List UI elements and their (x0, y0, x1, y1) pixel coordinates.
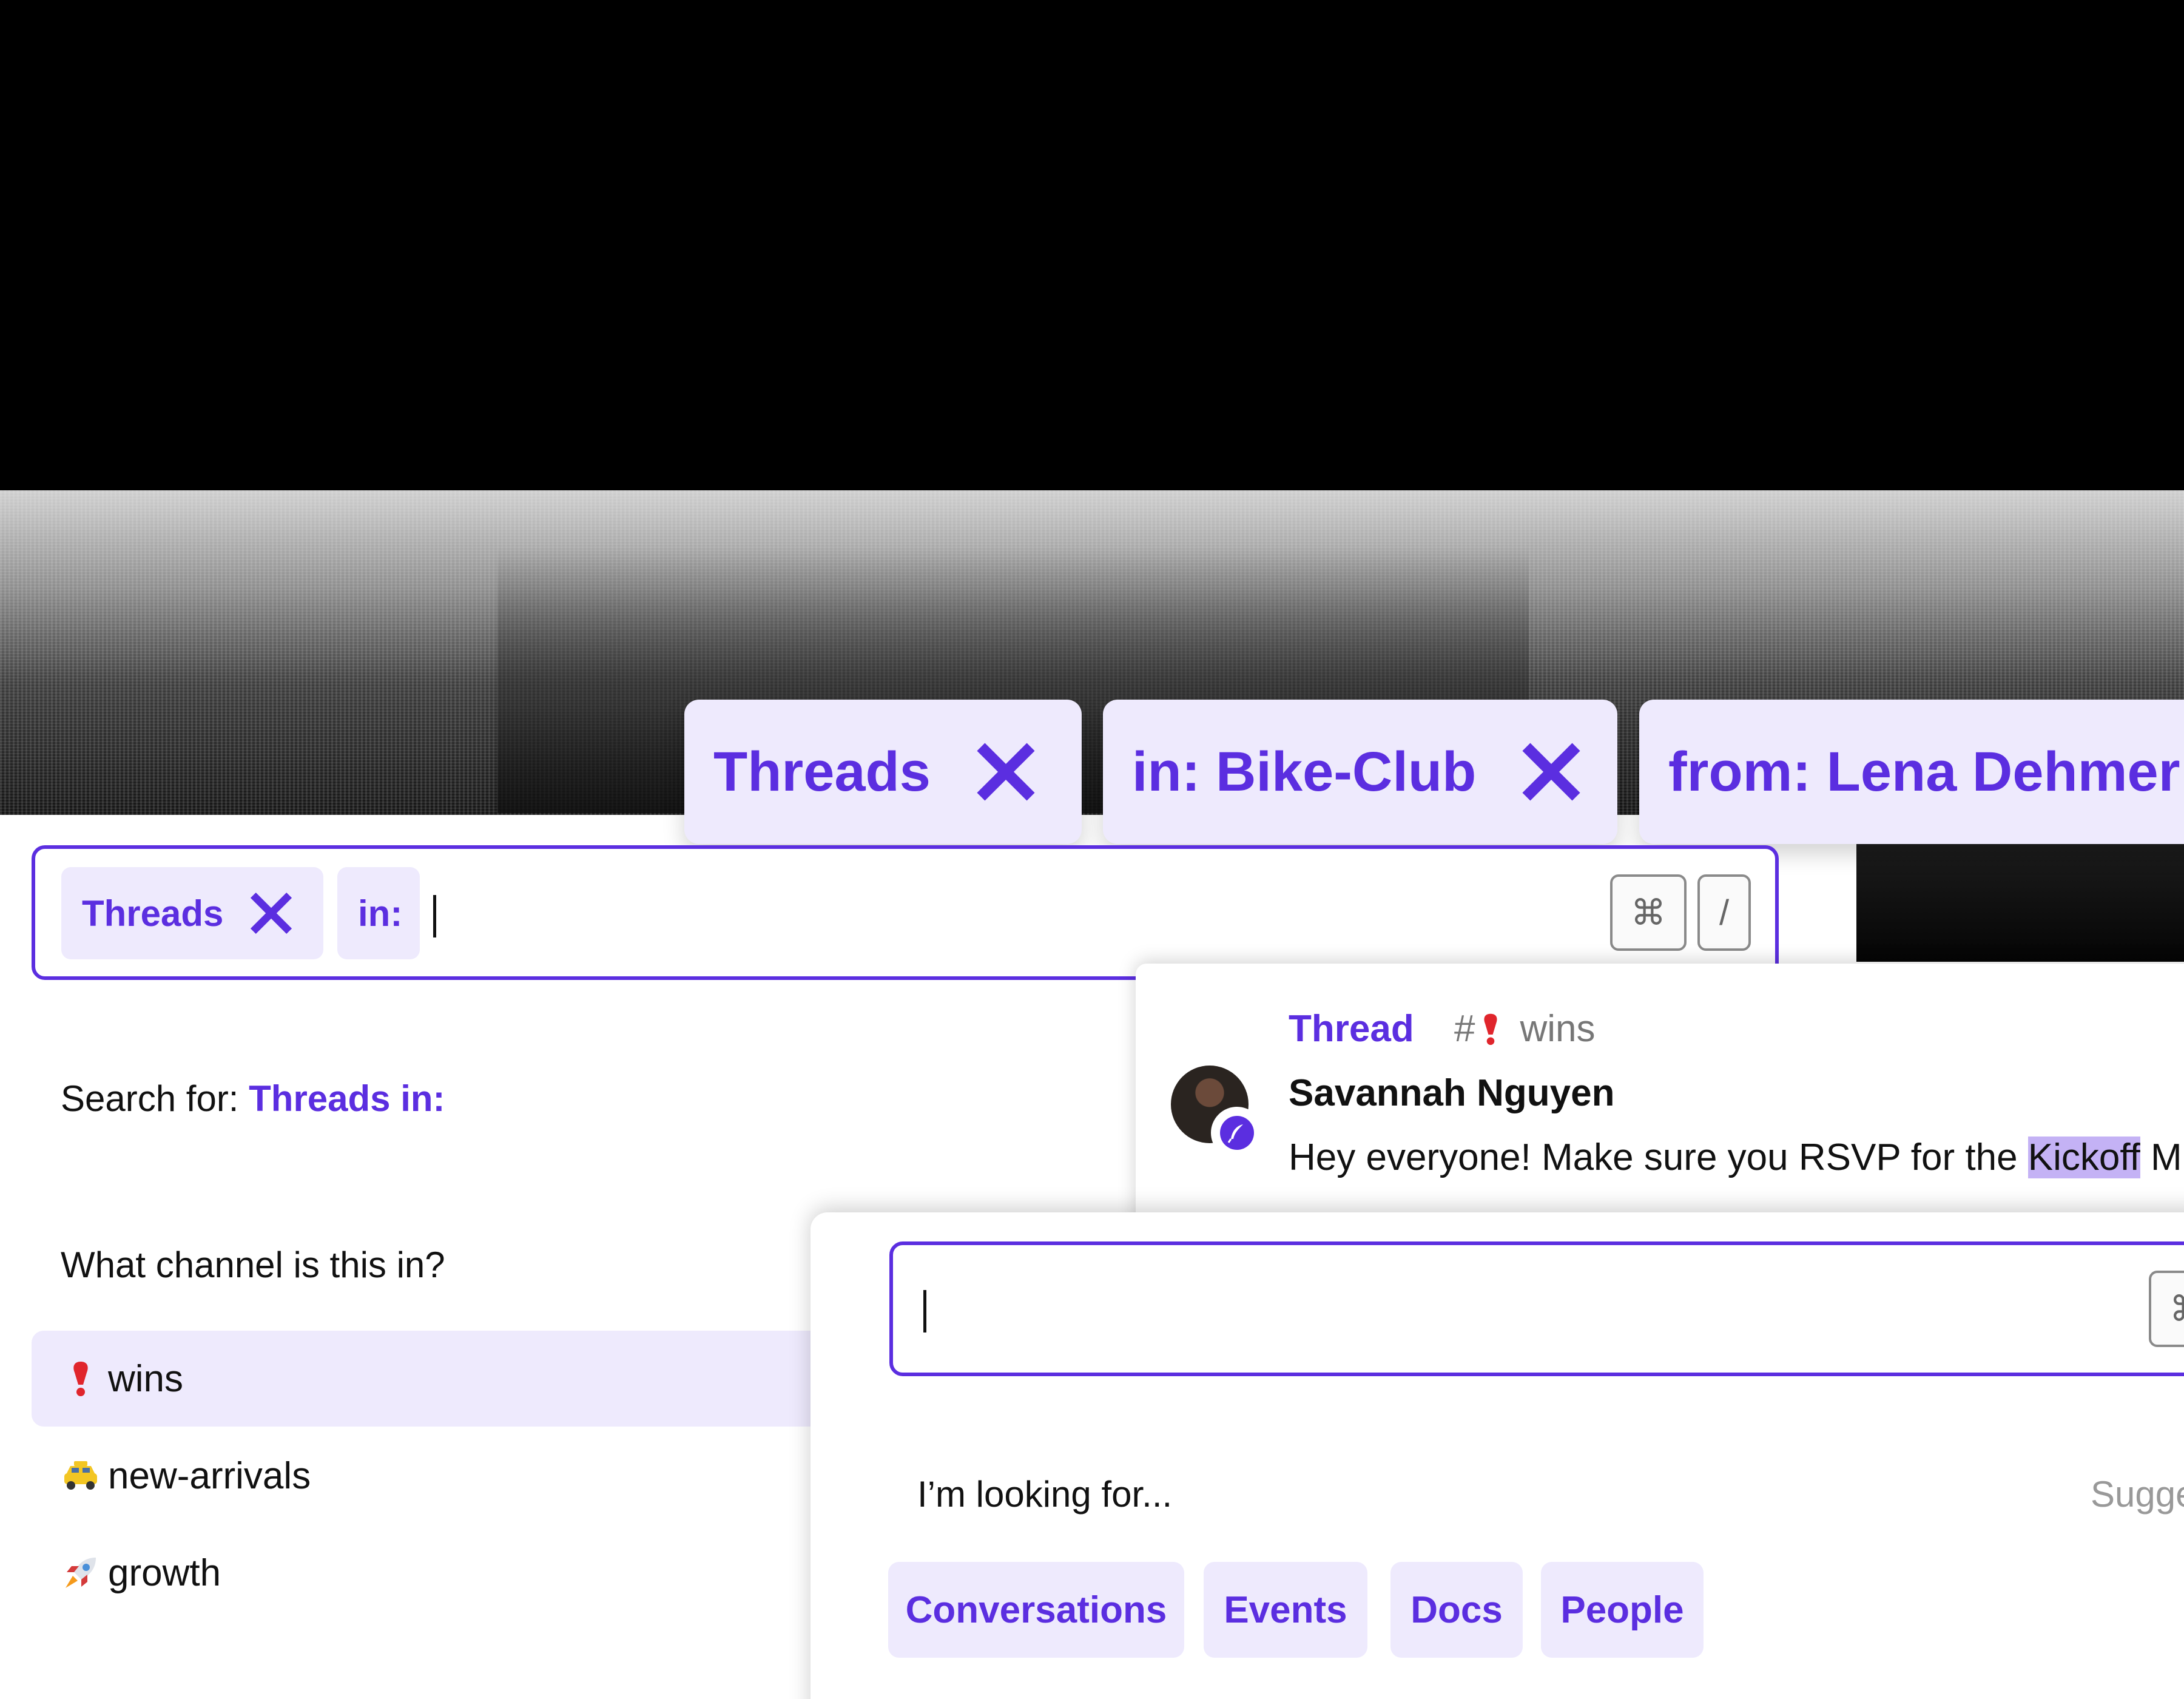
search-panel-secondary: ⌘ I’m looking for... Sugge Conversations… (811, 1212, 2184, 1699)
taxi-icon (61, 1456, 101, 1496)
right-dark-block (1856, 843, 2184, 962)
channel-name: growth (108, 1552, 221, 1594)
rocket-icon (61, 1553, 101, 1593)
text-cursor (433, 895, 436, 937)
search-chip-in[interactable]: in: (337, 867, 420, 959)
suggestions-label: Sugge (2091, 1474, 2184, 1515)
filter-chip-label: Threads (713, 740, 931, 803)
channel-item-growth[interactable]: growth (32, 1525, 881, 1621)
message-author: Savannah Nguyen (1289, 1072, 1615, 1114)
shortcut-key-label: ⌘ (1631, 893, 1666, 933)
filter-chip-threads-large[interactable]: Threads (684, 700, 1082, 844)
text-cursor (923, 1290, 926, 1333)
channel-name: wins (1520, 1008, 1596, 1050)
close-icon[interactable] (1518, 739, 1584, 805)
search-for-prefix: Search for: (61, 1078, 239, 1119)
close-icon[interactable] (973, 739, 1039, 805)
category-chip-conversations[interactable]: Conversations (888, 1562, 1184, 1658)
category-chip-docs[interactable]: Docs (1390, 1562, 1523, 1658)
message-text: Hey everyone! Make sure you RSVP for the (1289, 1137, 2028, 1178)
shortcut-key-label: ⌘ (2169, 1288, 2184, 1329)
search-chip-label: Threads (82, 893, 224, 934)
search-for-line: Search for: Threads in: (61, 1078, 445, 1120)
channel-name: wins (108, 1357, 184, 1400)
message-preview: Hey everyone! Make sure you RSVP for the… (1289, 1136, 2182, 1179)
category-chip-people[interactable]: People (1541, 1562, 1704, 1658)
filter-chip-from-large[interactable]: from: Lena Dehmer (1639, 700, 2184, 844)
result-type-label: Thread (1289, 1008, 1414, 1050)
search-chip-threads[interactable]: Threads (61, 867, 323, 959)
category-chip-events[interactable]: Events (1204, 1562, 1367, 1658)
message-text-tail: M (2140, 1137, 2182, 1178)
filter-chip-bike-club-large[interactable]: in: Bike-Club (1103, 700, 1617, 844)
channel-hash: # (1454, 1008, 1475, 1050)
search-bar[interactable]: Threads in: ⌘ / (32, 845, 1779, 980)
search-input[interactable]: ⌘ (889, 1241, 2184, 1376)
channel-item-new-arrivals[interactable]: new-arrivals (32, 1428, 881, 1524)
result-channel[interactable]: # wins (1454, 1007, 1596, 1050)
channel-name: new-arrivals (108, 1454, 311, 1497)
exclamation-icon (61, 1359, 101, 1399)
close-icon[interactable] (248, 890, 295, 937)
channel-question: What channel is this in? (61, 1245, 445, 1285)
command-key-icon: ⌘ (1610, 874, 1687, 951)
exclamation-icon (1480, 1010, 1514, 1048)
top-dark-background (0, 0, 2184, 490)
search-chip-label: in: (358, 893, 403, 934)
command-key-icon: ⌘ (2149, 1271, 2184, 1347)
search-for-query: Threads in: (249, 1078, 445, 1119)
slash-key-icon: / (1697, 874, 1751, 951)
channel-item-wins[interactable]: wins (32, 1331, 881, 1427)
looking-for-label: I’m looking for... (917, 1474, 1173, 1515)
feather-badge-icon (1211, 1107, 1263, 1159)
filter-chip-label: from: Lena Dehmer (1668, 740, 2180, 803)
shortcut-key-label: / (1719, 893, 1730, 933)
message-highlight: Kickoff (2027, 1137, 2140, 1178)
filter-chip-label: in: Bike-Club (1132, 740, 1477, 803)
